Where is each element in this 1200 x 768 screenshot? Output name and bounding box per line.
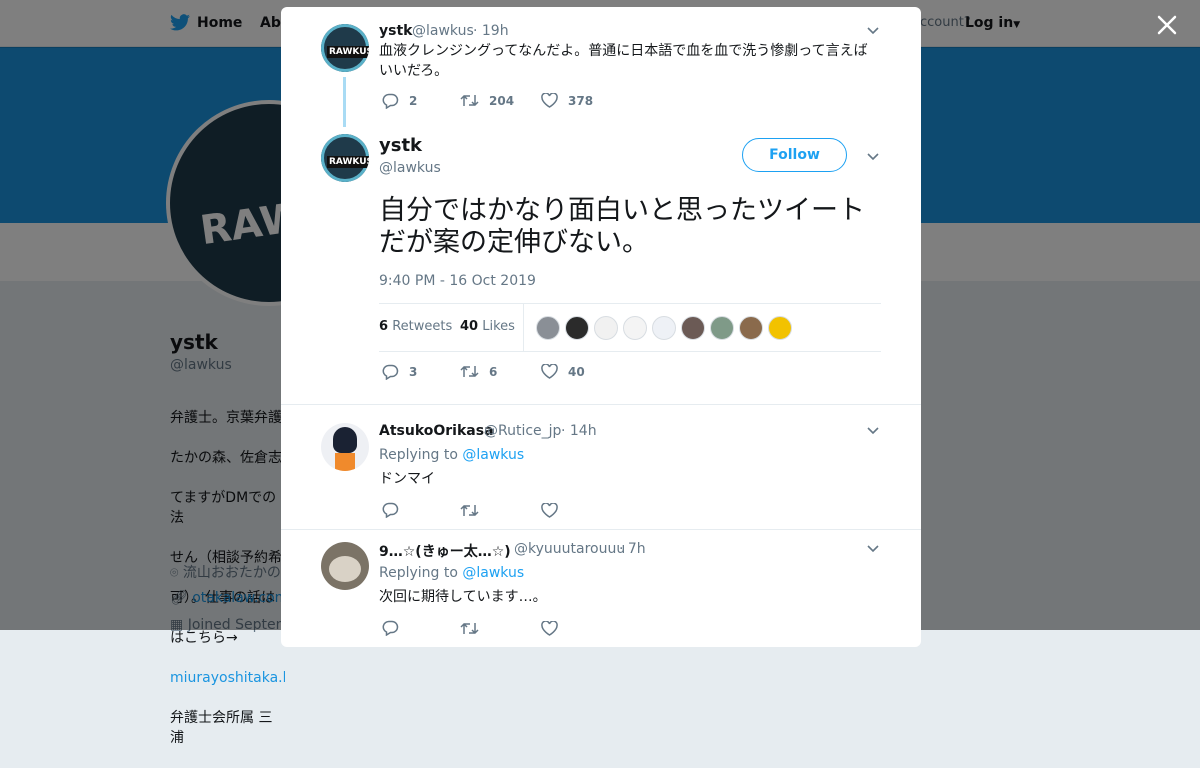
reply-icon[interactable] [382,620,399,636]
like-button[interactable]: 40 [541,364,585,379]
chevron-down-icon[interactable] [867,153,879,161]
main-tweet-handle[interactable]: @lawkus [379,160,441,176]
follow-button[interactable]: Follow [742,138,847,172]
avatar-image [335,453,355,471]
retweet-button[interactable]: 6 [460,364,497,379]
heart-icon[interactable] [541,621,558,636]
divider [281,404,921,405]
replying-to-label: Replying to [379,447,458,463]
main-tweet-text: 自分ではかなり面白いと思ったツイートだが案の定伸びない。 [379,195,865,258]
liker-avatar[interactable] [536,316,560,340]
replying-to: Replying to @lawkus [379,563,524,583]
retweet-count: 6 [489,364,498,379]
tweet-modal: RAWKUS ystk @lawkus · 19h 血液クレンジングってなんだよ… [281,7,921,647]
reply-avatar[interactable] [321,423,369,471]
reply-name[interactable]: 9…☆(きゅー太…☆) [379,541,511,561]
tweet-stats: 6 Retweets 40 Likes [379,303,881,352]
retweet-icon [460,365,479,378]
heart-icon[interactable] [541,503,558,518]
mention-link[interactable]: @lawkus [462,447,524,463]
parent-tweet-name[interactable]: ystk [379,23,412,39]
like-count: 378 [568,93,594,108]
reply-time[interactable]: · 14h [561,423,597,439]
chevron-down-icon[interactable] [867,27,879,35]
stats-divider [523,304,524,351]
reply-avatar[interactable] [321,542,369,590]
heart-icon [541,93,558,108]
reply-name[interactable]: AtsukoOrikasa [379,423,494,439]
thread-connector-line [343,77,346,127]
reply-button[interactable]: 3 [382,364,417,380]
liker-avatar[interactable] [652,316,676,340]
retweets-stat-label: Retweets [392,319,453,334]
reply-count: 2 [409,94,418,108]
reply-handle[interactable]: @kyuuutarouuu [514,541,625,557]
replying-to: Replying to @lawkus [379,445,524,465]
liker-avatar[interactable] [768,316,792,340]
like-button[interactable]: 378 [541,93,593,108]
divider [281,529,921,530]
bio-line: 弁護士会所属 三浦 [170,710,273,746]
avatar-logo-text: RAWKUS [327,46,369,58]
parent-tweet-handle[interactable]: @lawkus [412,23,474,39]
likes-stat-label: Likes [482,319,515,334]
liker-avatar[interactable] [710,316,734,340]
reply-count: 3 [409,365,418,379]
replying-to-label: Replying to [379,565,458,581]
retweets-stat[interactable]: 6 Retweets [379,319,452,334]
main-tweet-name[interactable]: ystk [379,135,422,156]
reply-icon[interactable] [382,502,399,518]
main-tweet-avatar[interactable]: RAWKUS [321,134,369,182]
retweet-button[interactable]: 204 [460,93,514,108]
reply-button[interactable]: 2 [382,93,417,109]
retweets-stat-count: 6 [379,319,389,334]
reply-time[interactable]: · 7h [619,541,646,557]
like-count: 40 [568,364,585,379]
parent-tweet-text: 血液クレンジングってなんだよ。普通に日本語で血を血で洗う惨劇って言えばいいだろ。 [379,43,868,79]
close-icon[interactable] [1155,13,1179,37]
chevron-down-icon[interactable] [867,545,879,553]
retweet-icon [460,94,479,107]
retweet-count: 204 [489,93,515,108]
chevron-down-icon[interactable] [867,427,879,435]
reply-handle[interactable]: @Rutice_jp [484,423,561,439]
bio-link[interactable]: miurayoshitaka.ha [170,668,285,688]
avatar-logo-text: RAWKUS [327,156,369,168]
avatar-image [333,427,357,453]
reply-text: ドンマイ [379,471,435,487]
retweet-icon[interactable] [460,621,479,636]
likes-stat[interactable]: 40 Likes [460,319,515,334]
tweet-timestamp[interactable]: 9:40 PM - 16 Oct 2019 [379,273,536,289]
parent-tweet-time[interactable]: · 19h [473,23,509,39]
reply-icon [382,364,399,380]
reply-text: 次回に期待しています…。 [379,589,547,605]
liker-avatar[interactable] [565,316,589,340]
retweet-icon[interactable] [460,503,479,518]
liker-avatar[interactable] [594,316,618,340]
heart-icon [541,364,558,379]
mention-link[interactable]: @lawkus [462,565,524,581]
reply-icon [382,93,399,109]
tweet-avatar[interactable]: RAWKUS [321,24,369,72]
likes-stat-count: 40 [460,319,479,334]
avatar-image [329,556,361,582]
liker-avatar[interactable] [623,316,647,340]
liker-avatar[interactable] [739,316,763,340]
liker-avatar[interactable] [681,316,705,340]
